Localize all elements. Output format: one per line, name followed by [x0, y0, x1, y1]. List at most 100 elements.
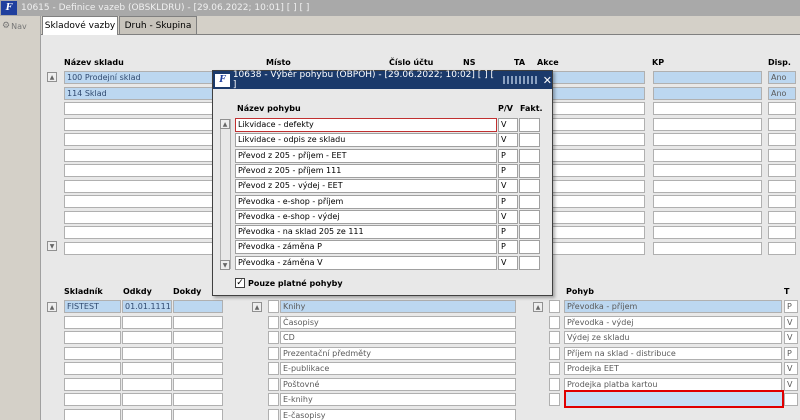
- row-selector[interactable]: [549, 377, 560, 391]
- movement-name-cell[interactable]: Převodka - e-shop - příjem: [235, 194, 497, 209]
- fakt-cell[interactable]: [519, 225, 540, 240]
- kp-cell[interactable]: [653, 102, 762, 115]
- from-date-cell[interactable]: [122, 377, 172, 391]
- row-selector[interactable]: [268, 300, 279, 313]
- disp-cell[interactable]: Ano: [768, 71, 796, 84]
- from-date-cell[interactable]: [122, 346, 172, 360]
- akce-cell[interactable]: [552, 133, 645, 146]
- akce-cell[interactable]: [552, 86, 645, 100]
- movement-name-cell[interactable]: Převodka - záměna P: [235, 240, 497, 255]
- akce-cell[interactable]: [552, 226, 645, 239]
- category-cell[interactable]: Prezentační předměty: [280, 346, 516, 360]
- storekeeper-cell[interactable]: [64, 362, 121, 375]
- tab-skladove-vazby[interactable]: Skladové vazby: [42, 16, 118, 35]
- type-cell[interactable]: V: [784, 377, 798, 391]
- pv-cell[interactable]: V: [498, 133, 518, 148]
- from-date-cell[interactable]: [122, 408, 172, 420]
- fakt-cell[interactable]: [519, 240, 540, 255]
- disp-cell[interactable]: [768, 164, 796, 177]
- akce-cell[interactable]: [552, 71, 645, 84]
- scroll-up-icon[interactable]: ▲: [47, 72, 57, 82]
- pv-cell[interactable]: P: [498, 148, 518, 163]
- storekeeper-cell[interactable]: [64, 393, 121, 406]
- from-date-cell[interactable]: 01.01.1111: [122, 300, 172, 313]
- pv-cell[interactable]: P: [498, 240, 518, 255]
- scroll-up-icon[interactable]: ▲: [47, 302, 57, 312]
- from-date-cell[interactable]: [122, 331, 172, 344]
- scroll-up-icon[interactable]: ▲: [252, 302, 262, 312]
- storekeeper-cell[interactable]: FISTEST: [64, 300, 121, 313]
- kp-cell[interactable]: [653, 164, 762, 177]
- akce-cell[interactable]: [552, 179, 645, 193]
- disp-cell[interactable]: [768, 241, 796, 255]
- category-cell[interactable]: Poštovné: [280, 377, 516, 391]
- disp-cell[interactable]: Ano: [768, 86, 796, 100]
- scroll-up-icon[interactable]: ▲: [533, 302, 543, 312]
- row-selector[interactable]: [268, 408, 279, 420]
- to-date-cell[interactable]: [173, 300, 223, 313]
- storekeeper-cell[interactable]: [64, 346, 121, 360]
- kp-cell[interactable]: [653, 195, 762, 208]
- movement-name-cell[interactable]: Převodka - záměna V: [235, 255, 497, 270]
- movement-name-cell[interactable]: Převodka - e-shop - výdej: [235, 209, 497, 224]
- kp-cell[interactable]: [653, 71, 762, 84]
- akce-cell[interactable]: [552, 195, 645, 208]
- kp-cell[interactable]: [653, 210, 762, 224]
- tab-druh-skupina[interactable]: Druh - Skupina: [119, 16, 197, 34]
- pv-cell[interactable]: V: [498, 209, 518, 224]
- from-date-cell[interactable]: [122, 315, 172, 329]
- dialog-scrollbar[interactable]: [220, 119, 231, 269]
- akce-cell[interactable]: [552, 117, 645, 131]
- pv-cell[interactable]: V: [498, 179, 518, 194]
- storekeeper-cell[interactable]: [64, 408, 121, 420]
- fakt-cell[interactable]: [519, 118, 540, 132]
- to-date-cell[interactable]: [173, 331, 223, 344]
- kp-cell[interactable]: [653, 86, 762, 100]
- movement-cell[interactable]: Prodejka platba kartou: [564, 377, 782, 391]
- pv-cell[interactable]: V: [498, 255, 518, 270]
- row-selector[interactable]: [268, 331, 279, 344]
- pv-cell[interactable]: P: [498, 194, 518, 209]
- akce-cell[interactable]: [552, 164, 645, 177]
- to-date-cell[interactable]: [173, 377, 223, 391]
- disp-cell[interactable]: [768, 226, 796, 239]
- kp-cell[interactable]: [653, 179, 762, 193]
- akce-cell[interactable]: [552, 148, 645, 162]
- row-selector[interactable]: [549, 331, 560, 344]
- scroll-down-icon[interactable]: ▼: [220, 260, 230, 270]
- storekeeper-cell[interactable]: [64, 315, 121, 329]
- to-date-cell[interactable]: [173, 362, 223, 375]
- from-date-cell[interactable]: [122, 393, 172, 406]
- disp-cell[interactable]: [768, 179, 796, 193]
- fakt-cell[interactable]: [519, 163, 540, 178]
- pv-cell[interactable]: P: [498, 225, 518, 240]
- row-selector[interactable]: [549, 300, 560, 313]
- close-icon[interactable]: ✕: [543, 74, 552, 87]
- disp-cell[interactable]: [768, 117, 796, 131]
- type-cell[interactable]: P: [784, 300, 798, 313]
- akce-cell[interactable]: [552, 241, 645, 255]
- type-cell[interactable]: [784, 393, 798, 406]
- kp-cell[interactable]: [653, 133, 762, 146]
- storekeeper-cell[interactable]: [64, 331, 121, 344]
- to-date-cell[interactable]: [173, 315, 223, 329]
- fakt-cell[interactable]: [519, 209, 540, 224]
- movement-cell[interactable]: Převodka - příjem: [564, 300, 782, 313]
- disp-cell[interactable]: [768, 210, 796, 224]
- disp-cell[interactable]: [768, 148, 796, 162]
- checkbox-check-icon[interactable]: ✓: [235, 278, 245, 288]
- fakt-cell[interactable]: [519, 194, 540, 209]
- new-row-highlight[interactable]: [564, 390, 784, 408]
- row-selector[interactable]: [268, 393, 279, 406]
- from-date-cell[interactable]: [122, 362, 172, 375]
- akce-cell[interactable]: [552, 210, 645, 224]
- movement-name-cell[interactable]: Likvidace - defekty: [235, 118, 497, 132]
- fakt-cell[interactable]: [519, 133, 540, 148]
- movement-cell[interactable]: Prodejka EET: [564, 362, 782, 375]
- type-cell[interactable]: V: [784, 362, 798, 375]
- movement-name-cell[interactable]: Převod z 205 - příjem 111: [235, 163, 497, 178]
- row-selector[interactable]: [549, 346, 560, 360]
- to-date-cell[interactable]: [173, 346, 223, 360]
- to-date-cell[interactable]: [173, 393, 223, 406]
- category-cell[interactable]: Časopisy: [280, 315, 516, 329]
